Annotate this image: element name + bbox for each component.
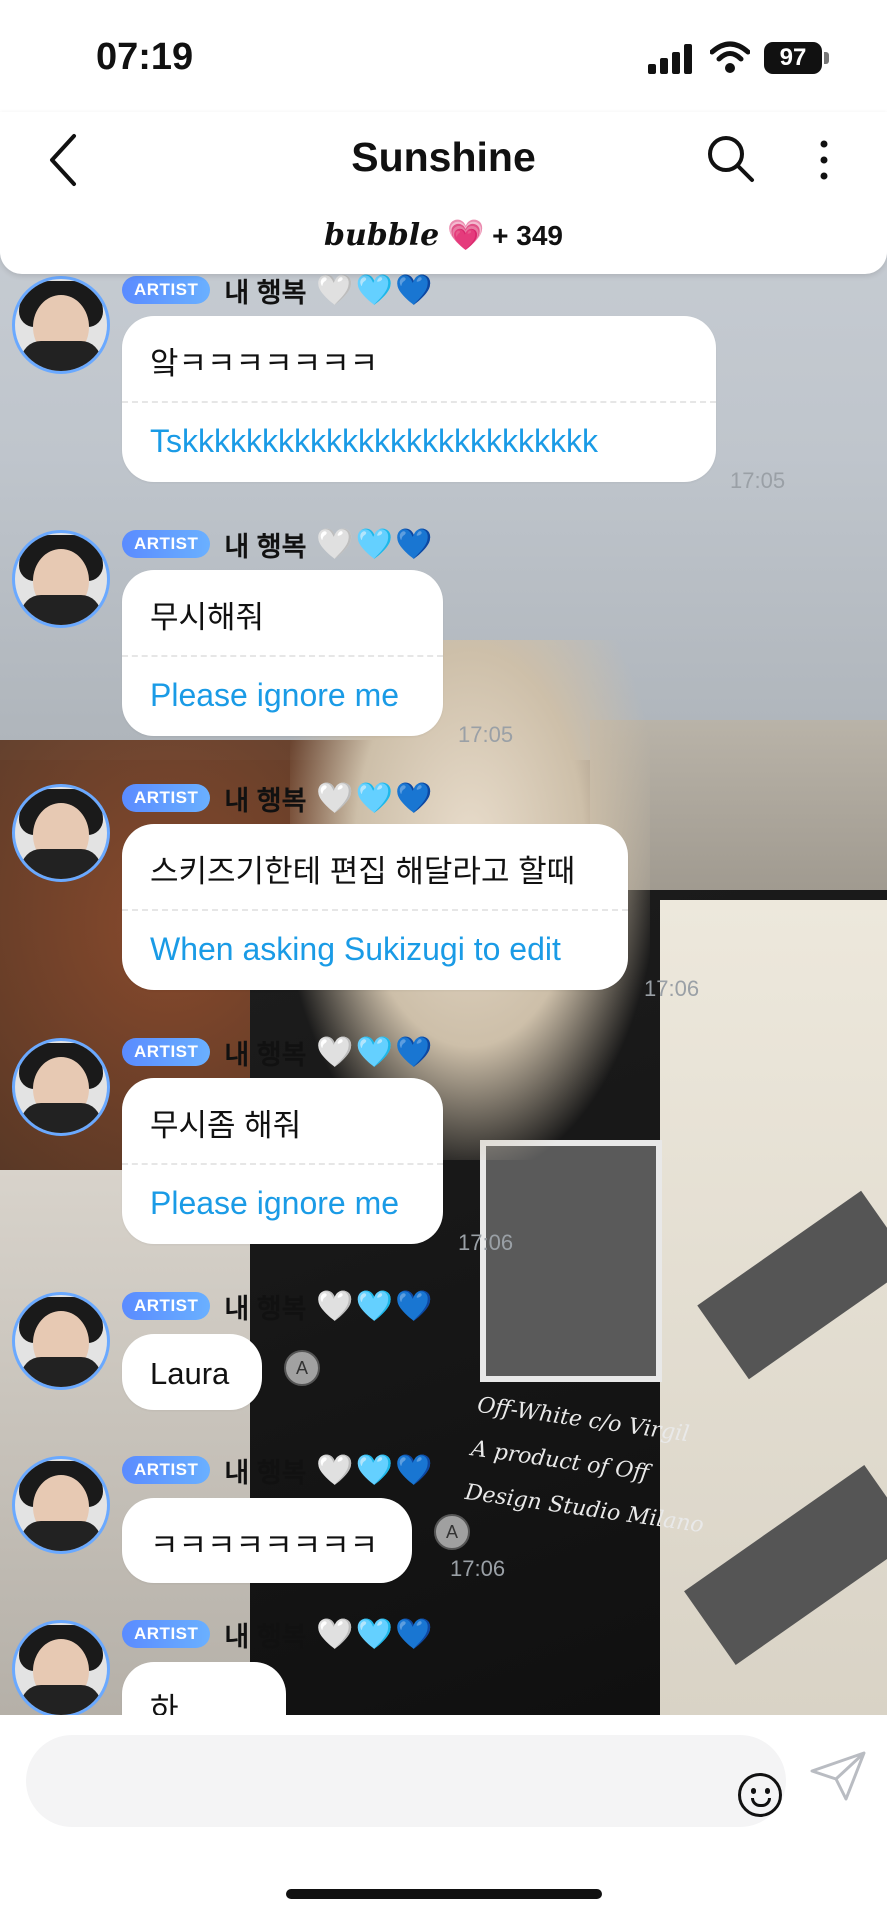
more-vertical-icon[interactable]	[814, 136, 834, 186]
subscriber-count: + 349	[492, 220, 563, 251]
message-composer	[0, 1715, 887, 1920]
message-meta: ARTIST 내 행복 🤍🩵💙	[122, 1616, 434, 1652]
message-meta: ARTIST 내 행복 🤍🩵💙	[122, 1034, 434, 1070]
message-bubble[interactable]: 하..	[122, 1662, 286, 1715]
message-bubble[interactable]: 무시해줘 Please ignore me	[122, 570, 443, 736]
message-time: 17:05	[730, 468, 786, 493]
signal-icon	[648, 44, 694, 74]
message-time: 17:06	[450, 1556, 506, 1581]
message-meta: ARTIST 내 행복 🤍🩵💙	[122, 272, 434, 308]
message-meta: ARTIST 내 행복 🤍🩵💙	[122, 780, 434, 816]
original-text: 스키즈기한테 편집 해달라고 할때	[150, 854, 576, 889]
message-bubble[interactable]: ㅋㅋㅋㅋㅋㅋㅋㅋ	[122, 1498, 412, 1583]
hearts-icon: 🤍🩵💙	[316, 781, 435, 815]
original-text: 무시해줘	[150, 600, 265, 635]
artist-avatar[interactable]	[12, 276, 110, 374]
artist-nickname: 내 행복	[224, 531, 307, 562]
artist-nickname: 내 행복	[224, 785, 307, 816]
translated-text: Please ignore me	[150, 677, 400, 713]
search-icon[interactable]	[706, 134, 756, 184]
artist-badge: ARTIST	[122, 530, 211, 558]
artist-avatar[interactable]	[12, 784, 110, 882]
message-input[interactable]	[26, 1735, 786, 1827]
original-text: Laura	[150, 1356, 230, 1391]
artist-badge: ARTIST	[122, 1620, 211, 1648]
artist-badge: ARTIST	[122, 276, 211, 304]
subscriber-line: bubble 💗 + 349	[0, 218, 887, 253]
status-bar: 07:19 97	[0, 0, 887, 112]
artist-avatar[interactable]	[12, 1456, 110, 1554]
artist-nickname: 내 행복	[224, 1457, 307, 1488]
translated-text: When asking Sukizugi to edit	[150, 931, 561, 967]
battery-tip	[824, 52, 829, 64]
brand-logo: bubble	[323, 218, 440, 253]
artist-badge: ARTIST	[122, 1456, 211, 1484]
artist-avatar[interactable]	[12, 1038, 110, 1136]
hearts-icon: 🤍🩵💙	[316, 273, 435, 307]
artist-avatar[interactable]	[12, 1292, 110, 1390]
message-time: 17:05	[458, 722, 514, 747]
artist-nickname: 내 행복	[224, 1039, 307, 1070]
message-meta: ARTIST 내 행복 🤍🩵💙	[122, 1452, 434, 1488]
artist-badge: ARTIST	[122, 1038, 211, 1066]
translate-icon[interactable]: A	[434, 1514, 470, 1550]
pink-heart-icon: 💗	[447, 219, 485, 252]
send-icon[interactable]	[808, 1749, 868, 1801]
artist-nickname: 내 행복	[224, 277, 307, 308]
message-bubble[interactable]: 무시좀 해줘 Please ignore me	[122, 1078, 443, 1244]
artist-avatar[interactable]	[12, 530, 110, 628]
artist-badge: ARTIST	[122, 1292, 211, 1320]
artist-nickname: 내 행복	[224, 1293, 307, 1324]
hearts-icon: 🤍🩵💙	[316, 1617, 435, 1651]
message-bubble[interactable]: 앜ㅋㅋㅋㅋㅋㅋㅋ Tskkkkkkkkkkkkkkkkkkkkkkkkkk	[122, 316, 716, 482]
original-text: 무시좀 해줘	[150, 1108, 302, 1143]
artist-nickname: 내 행복	[224, 1621, 307, 1652]
message-time: 17:06	[458, 1230, 514, 1255]
message-time: 17:06	[644, 976, 700, 1001]
artist-avatar[interactable]	[12, 1620, 110, 1715]
emoji-icon[interactable]	[738, 1773, 782, 1817]
home-indicator	[286, 1889, 602, 1899]
chat-header: Sunshine bubble 💗 + 349	[0, 112, 887, 274]
hearts-icon: 🤍🩵💙	[316, 1035, 435, 1069]
message-meta: ARTIST 내 행복 🤍🩵💙	[122, 1288, 434, 1324]
artist-badge: ARTIST	[122, 784, 211, 812]
original-text: ㅋㅋㅋㅋㅋㅋㅋㅋ	[150, 1528, 379, 1563]
hearts-icon: 🤍🩵💙	[316, 527, 435, 561]
hearts-icon: 🤍🩵💙	[316, 1453, 435, 1487]
battery-icon: 97	[764, 42, 822, 74]
hearts-icon: 🤍🩵💙	[316, 1289, 435, 1323]
status-time: 07:19	[96, 36, 194, 78]
translate-icon[interactable]: A	[284, 1350, 320, 1386]
translated-text: Tskkkkkkkkkkkkkkkkkkkkkkkkkk	[150, 423, 598, 459]
message-bubble[interactable]: Laura	[122, 1334, 262, 1410]
translated-text: Please ignore me	[150, 1185, 400, 1221]
original-text: 하..	[150, 1692, 196, 1715]
message-bubble[interactable]: 스키즈기한테 편집 해달라고 할때 When asking Sukizugi t…	[122, 824, 628, 990]
wifi-icon	[710, 41, 750, 73]
original-text: 앜ㅋㅋㅋㅋㅋㅋㅋ	[150, 346, 379, 381]
message-meta: ARTIST 내 행복 🤍🩵💙	[122, 526, 434, 562]
